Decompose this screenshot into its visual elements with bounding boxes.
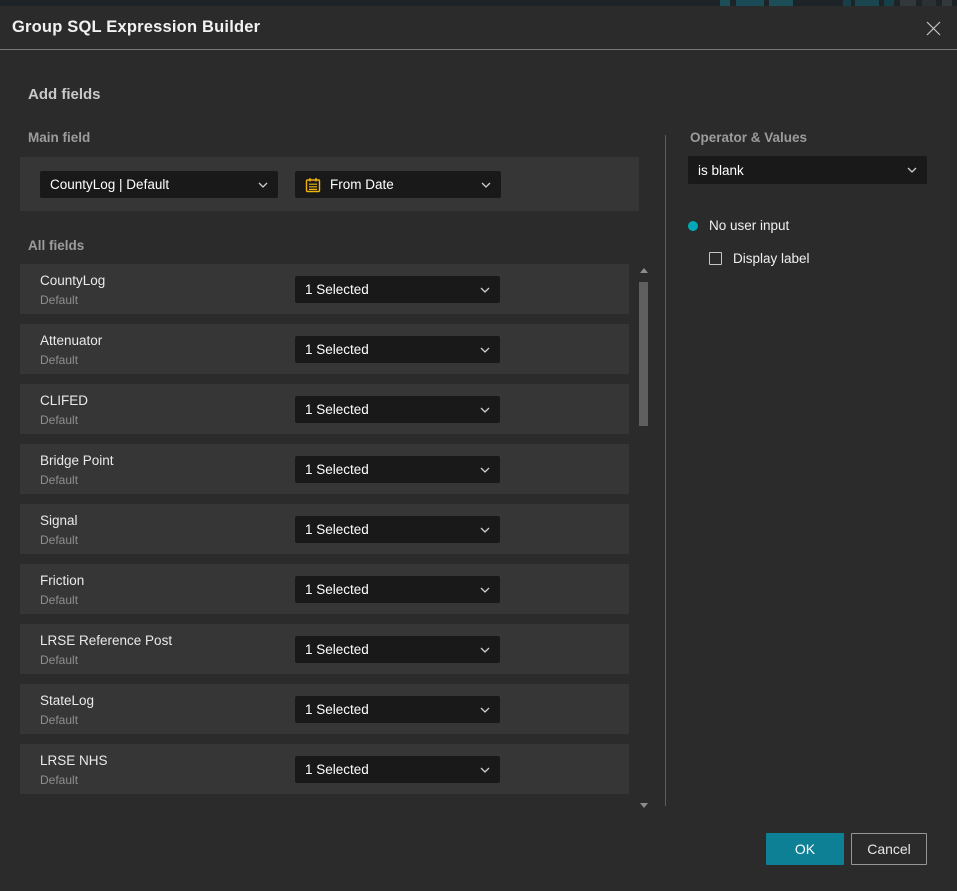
field-row: LRSE Reference Post Default 1 Selected xyxy=(20,624,629,674)
field-selection-dropdown[interactable]: 1 Selected xyxy=(295,636,500,663)
field-sublabel: Default xyxy=(40,653,78,667)
main-field-panel: CountyLog | Default From Date xyxy=(20,157,639,211)
checkbox-unchecked-icon[interactable] xyxy=(709,252,722,265)
field-selection-value: 1 Selected xyxy=(305,582,472,597)
field-row: Signal Default 1 Selected xyxy=(20,504,629,554)
field-sublabel: Default xyxy=(40,473,78,487)
chevron-down-icon xyxy=(480,347,490,353)
field-name: Friction xyxy=(40,573,84,588)
field-selection-dropdown[interactable]: 1 Selected xyxy=(295,756,500,783)
chevron-down-icon xyxy=(480,407,490,413)
field-sublabel: Default xyxy=(40,713,78,727)
calendar-icon xyxy=(305,177,321,193)
field-sublabel: Default xyxy=(40,593,78,607)
scrollbar-down-arrow-icon[interactable] xyxy=(640,803,648,808)
field-selection-value: 1 Selected xyxy=(305,342,472,357)
layer-select-dropdown[interactable]: CountyLog | Default xyxy=(40,171,278,198)
field-selection-dropdown[interactable]: 1 Selected xyxy=(295,576,500,603)
field-selection-value: 1 Selected xyxy=(305,282,472,297)
fields-scrollbar[interactable] xyxy=(637,260,651,812)
chevron-down-icon xyxy=(480,767,490,773)
group-sql-expression-builder-dialog: Group SQL Expression Builder Add fields … xyxy=(0,6,957,891)
chevron-down-icon xyxy=(480,527,490,533)
dialog-header: Group SQL Expression Builder xyxy=(0,6,957,50)
field-sublabel: Default xyxy=(40,533,78,547)
field-sublabel: Default xyxy=(40,413,78,427)
chevron-down-icon xyxy=(907,167,917,173)
field-selection-value: 1 Selected xyxy=(305,702,472,717)
field-name: LRSE Reference Post xyxy=(40,633,172,648)
close-button[interactable] xyxy=(922,17,944,39)
chevron-down-icon xyxy=(480,587,490,593)
main-field-label: Main field xyxy=(28,130,90,145)
chevron-down-icon xyxy=(481,182,491,188)
chevron-down-icon xyxy=(480,647,490,653)
field-row: StateLog Default 1 Selected xyxy=(20,684,629,734)
display-label-checkbox[interactable]: Display label xyxy=(709,251,810,266)
main-field-select-value: From Date xyxy=(330,177,473,192)
all-fields-label: All fields xyxy=(28,238,84,253)
field-selection-dropdown[interactable]: 1 Selected xyxy=(295,336,500,363)
scrollbar-up-arrow-icon[interactable] xyxy=(640,268,648,273)
field-selection-value: 1 Selected xyxy=(305,522,472,537)
scrollbar-thumb[interactable] xyxy=(639,282,648,426)
cancel-button[interactable]: Cancel xyxy=(851,833,927,865)
field-name: LRSE NHS xyxy=(40,753,108,768)
field-name: Attenuator xyxy=(40,333,102,348)
layer-select-value: CountyLog | Default xyxy=(50,177,250,192)
field-name: Signal xyxy=(40,513,78,528)
close-icon xyxy=(925,20,942,37)
field-selection-dropdown[interactable]: 1 Selected xyxy=(295,696,500,723)
operator-values-label: Operator & Values xyxy=(690,130,807,145)
ok-button[interactable]: OK xyxy=(766,833,844,865)
chevron-down-icon xyxy=(480,467,490,473)
display-label-label[interactable]: Display label xyxy=(733,251,810,266)
field-row: Friction Default 1 Selected xyxy=(20,564,629,614)
chevron-down-icon xyxy=(258,182,268,188)
field-selection-dropdown[interactable]: 1 Selected xyxy=(295,276,500,303)
field-row: Bridge Point Default 1 Selected xyxy=(20,444,629,494)
field-name: CLIFED xyxy=(40,393,88,408)
field-selection-value: 1 Selected xyxy=(305,462,472,477)
field-row: CountyLog Default 1 Selected xyxy=(20,264,629,314)
field-sublabel: Default xyxy=(40,293,78,307)
main-field-select-dropdown[interactable]: From Date xyxy=(295,171,501,198)
field-selection-dropdown[interactable]: 1 Selected xyxy=(295,456,500,483)
chevron-down-icon xyxy=(480,287,490,293)
no-user-input-label[interactable]: No user input xyxy=(709,218,789,233)
operator-select-value: is blank xyxy=(698,163,899,178)
field-sublabel: Default xyxy=(40,353,78,367)
field-selection-dropdown[interactable]: 1 Selected xyxy=(295,396,500,423)
field-name: StateLog xyxy=(40,693,94,708)
field-selection-value: 1 Selected xyxy=(305,642,472,657)
field-selection-value: 1 Selected xyxy=(305,762,472,777)
field-sublabel: Default xyxy=(40,773,78,787)
field-selection-value: 1 Selected xyxy=(305,402,472,417)
add-fields-heading: Add fields xyxy=(28,86,101,103)
vertical-divider xyxy=(665,135,666,806)
field-name: CountyLog xyxy=(40,273,105,288)
operator-select-dropdown[interactable]: is blank xyxy=(688,156,927,184)
dialog-title: Group SQL Expression Builder xyxy=(12,18,260,37)
field-row: LRSE NHS Default 1 Selected xyxy=(20,744,629,794)
field-name: Bridge Point xyxy=(40,453,114,468)
chevron-down-icon xyxy=(480,707,490,713)
all-fields-list: CountyLog Default 1 Selected Attenuator … xyxy=(20,264,629,804)
no-user-input-radio[interactable]: No user input xyxy=(688,218,789,233)
radio-selected-icon[interactable] xyxy=(688,221,698,231)
field-row: CLIFED Default 1 Selected xyxy=(20,384,629,434)
field-selection-dropdown[interactable]: 1 Selected xyxy=(295,516,500,543)
field-row: Attenuator Default 1 Selected xyxy=(20,324,629,374)
